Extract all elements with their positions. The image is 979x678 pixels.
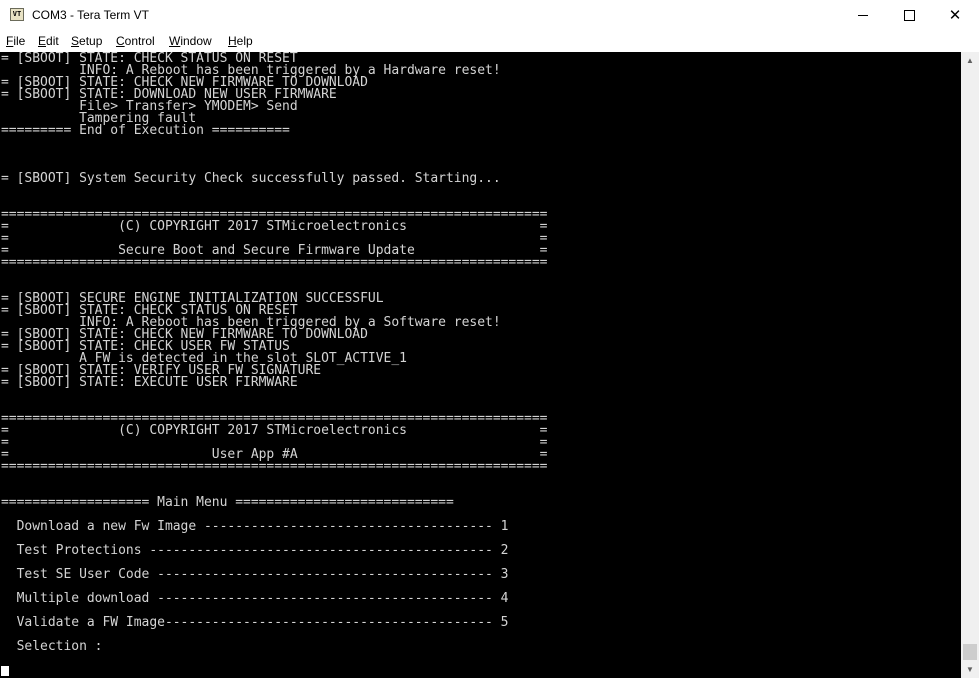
maximize-button[interactable] bbox=[886, 0, 932, 31]
vertical-scrollbar[interactable]: ▲ ▼ bbox=[961, 52, 979, 678]
terminal-line: =================== Main Menu ==========… bbox=[1, 495, 454, 510]
title-bar: VT COM3 - Tera Term VT ✕ bbox=[0, 0, 979, 31]
menu-file[interactable]: File bbox=[6, 34, 25, 48]
menu-edit[interactable]: Edit bbox=[38, 34, 59, 48]
minimize-icon bbox=[858, 15, 868, 16]
menu-bar: File Edit Setup Control Window Help bbox=[0, 31, 979, 51]
terminal-line: ========================================… bbox=[1, 255, 548, 270]
terminal-line: Validate a FW Image---------------------… bbox=[1, 615, 509, 630]
scroll-up-arrow-icon[interactable]: ▲ bbox=[961, 52, 979, 69]
menu-help[interactable]: Help bbox=[228, 34, 253, 48]
maximize-icon bbox=[903, 10, 915, 21]
terminal-line: Test Protections -----------------------… bbox=[1, 543, 509, 558]
scroll-thumb[interactable] bbox=[963, 644, 977, 660]
text-cursor bbox=[1, 666, 9, 676]
terminal-line: Selection : bbox=[1, 639, 103, 654]
menu-setup[interactable]: Setup bbox=[71, 34, 102, 48]
terminal-output: = [SBOOT] STATE: CHECK STATUS ON RESET I… bbox=[1, 52, 548, 654]
menu-window[interactable]: Window bbox=[169, 34, 212, 48]
terminal-line: = [SBOOT] System Security Check successf… bbox=[1, 171, 501, 186]
close-button[interactable]: ✕ bbox=[932, 0, 978, 31]
menu-control[interactable]: Control bbox=[116, 34, 155, 48]
terminal-line: Multiple download ----------------------… bbox=[1, 591, 509, 606]
scroll-down-arrow-icon[interactable]: ▼ bbox=[961, 661, 979, 678]
close-icon: ✕ bbox=[948, 6, 962, 24]
window-title: COM3 - Tera Term VT bbox=[32, 8, 149, 22]
minimize-button[interactable] bbox=[840, 0, 886, 31]
terminal-line: Test SE User Code ----------------------… bbox=[1, 567, 509, 582]
terminal-line: ========================================… bbox=[1, 459, 548, 474]
terminal-line: = [SBOOT] STATE: EXECUTE USER FIRMWARE bbox=[1, 375, 298, 390]
terminal-line: ========= End of Execution ========== bbox=[1, 123, 290, 138]
terminal-screen[interactable]: = [SBOOT] STATE: CHECK STATUS ON RESET I… bbox=[0, 52, 961, 678]
terminal-line: Download a new Fw Image ----------------… bbox=[1, 519, 509, 534]
tera-term-app-icon[interactable]: VT bbox=[10, 8, 24, 21]
